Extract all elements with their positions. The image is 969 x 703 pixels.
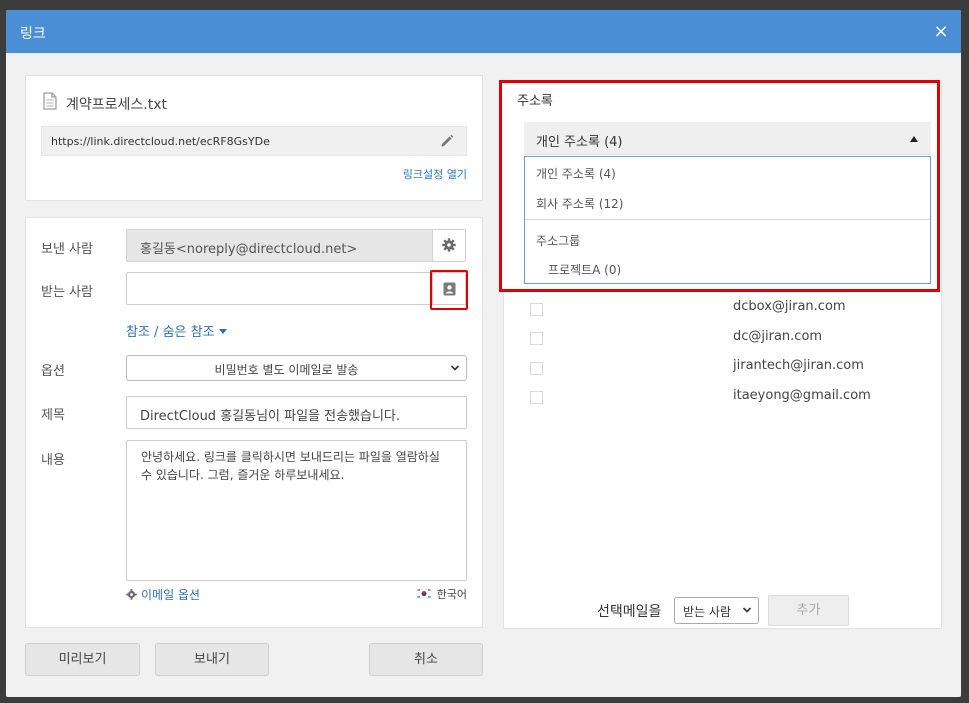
close-icon[interactable]: × <box>931 22 951 42</box>
contact-book-icon <box>443 282 456 296</box>
preview-button[interactable]: 미리보기 <box>25 643 140 676</box>
address-book-highlight: 주소록 개인 주소록 (4) 개인 주소록 (4) 회사 주소록 (12) 주소… <box>499 80 940 292</box>
address-book-selected: 개인 주소록 (4) <box>536 135 623 150</box>
content-label: 내용 <box>41 453 65 468</box>
sender-field: 홍길동<noreply@directcloud.net> <box>126 229 433 262</box>
option-selected-value: 비밀번호 별도 이메일로 발송 <box>214 363 359 377</box>
gear-icon <box>126 589 137 600</box>
selected-mail-label: 선택메일을 <box>597 604 662 620</box>
subject-value: DirectCloud 홍길동님이 파일을 전송했습니다. <box>140 409 401 424</box>
subject-label: 제목 <box>41 408 65 423</box>
link-url[interactable]: https://link.directcloud.net/ecRF8GsYDe <box>51 135 270 148</box>
link-settings-link[interactable]: 링크설정 열기 <box>403 166 467 182</box>
email-checkbox[interactable] <box>530 391 543 404</box>
chevron-down-icon <box>450 365 460 371</box>
email-address: itaeyong@gmail.com <box>733 388 871 403</box>
email-options-label: 이메일 옵션 <box>141 588 201 602</box>
dropdown-group-header: 주소그룹 <box>536 234 581 248</box>
recipient-input[interactable] <box>126 272 433 305</box>
language-label: 한국어 <box>436 588 467 601</box>
email-address: dc@jiran.com <box>733 329 823 344</box>
gear-icon <box>442 238 456 252</box>
dialog-title: 링크 <box>20 26 46 42</box>
email-address: jirantech@jiran.com <box>733 358 864 373</box>
email-options-link[interactable]: 이메일 옵션 <box>126 586 200 603</box>
cc-bcc-toggle[interactable]: 참조 / 숨은 참조 <box>126 321 227 340</box>
sender-settings-button[interactable] <box>432 229 466 262</box>
sender-value: 홍길동<noreply@directcloud.net> <box>140 242 358 257</box>
send-button[interactable]: 보내기 <box>155 643 269 676</box>
target-field-value: 받는 사람 <box>683 605 731 619</box>
email-checkbox[interactable] <box>530 362 543 375</box>
recipient-label: 받는 사람 <box>41 285 93 300</box>
address-book-select[interactable]: 개인 주소록 (4) <box>524 122 931 155</box>
option-select[interactable]: 비밀번호 별도 이메일로 발송 <box>126 355 467 381</box>
option-label: 옵션 <box>41 364 65 379</box>
file-info-panel: 계약프로세스.txt https://link.directcloud.net/… <box>25 75 483 201</box>
subject-input[interactable]: DirectCloud 홍길동님이 파일을 전송했습니다. <box>126 396 467 429</box>
address-book-title: 주소록 <box>517 94 553 109</box>
add-button[interactable]: 추가 <box>768 595 849 626</box>
pencil-icon[interactable] <box>440 134 454 148</box>
sender-label: 보낸 사람 <box>41 242 93 257</box>
caret-up-icon <box>910 136 918 142</box>
dropdown-divider <box>525 219 930 220</box>
address-book-button[interactable] <box>432 272 466 305</box>
korea-flag-icon <box>415 588 432 599</box>
language-selector[interactable]: 한국어 <box>415 586 467 602</box>
email-address: dcbox@jiran.com <box>733 299 846 314</box>
link-url-box: https://link.directcloud.net/ecRF8GsYDe <box>41 126 467 156</box>
email-form-panel: 보낸 사람 홍길동<noreply@directcloud.net> 받는 사람… <box>25 217 483 628</box>
dropdown-option-personal[interactable]: 개인 주소록 (4) <box>536 165 616 182</box>
cancel-button[interactable]: 취소 <box>369 643 483 676</box>
dropdown-option-group[interactable]: 프로젝트A (0) <box>548 261 621 278</box>
content-textarea[interactable]: 안녕하세요. 링크를 클릭하시면 보내드리는 파일을 열람하실 수 있습니다. … <box>126 440 467 581</box>
document-icon <box>43 92 57 110</box>
chevron-down-icon <box>742 607 752 613</box>
target-field-select[interactable]: 받는 사람 <box>674 597 759 624</box>
email-checkbox[interactable] <box>530 303 543 316</box>
cc-bcc-label: 참조 / 숨은 참조 <box>126 325 215 340</box>
dialog-titlebar: 링크 × <box>6 10 961 53</box>
link-dialog: 링크 × 계약프로세스.txt https://link.directcloud… <box>6 10 961 697</box>
content-value: 안녕하세요. 링크를 클릭하시면 보내드리는 파일을 열람하실 수 있습니다. … <box>141 450 440 482</box>
file-name: 계약프로세스.txt <box>66 97 167 113</box>
dropdown-option-company[interactable]: 회사 주소록 (12) <box>536 195 623 212</box>
address-book-dropdown: 개인 주소록 (4) 회사 주소록 (12) 주소그룹 프로젝트A (0) <box>524 156 931 284</box>
email-checkbox[interactable] <box>530 332 543 345</box>
caret-down-icon <box>218 329 227 334</box>
